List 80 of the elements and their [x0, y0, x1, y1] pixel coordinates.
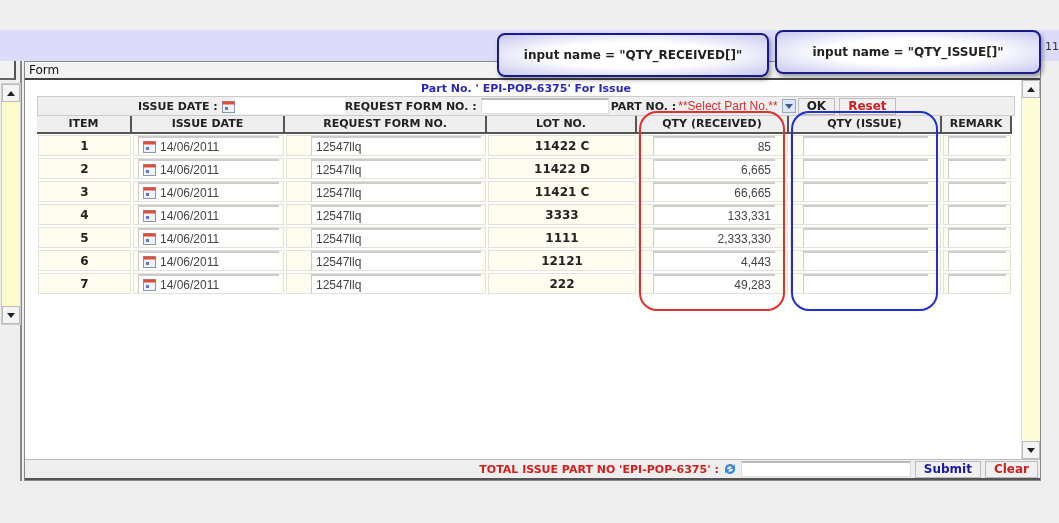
- lot-number: 11421 C: [534, 184, 590, 199]
- qty-issue-field[interactable]: [803, 159, 928, 178]
- item-number: 7: [80, 276, 89, 291]
- issue-date-field[interactable]: 14/06/2011: [138, 205, 279, 224]
- calendar-icon[interactable]: [143, 186, 156, 199]
- scroll-down-button[interactable]: [2, 306, 20, 324]
- down-arrow-icon[interactable]: [1027, 447, 1035, 453]
- item-number: 3: [80, 184, 89, 199]
- column-header: REMARK: [949, 117, 1003, 130]
- request-form-field[interactable]: 12547llq: [311, 251, 481, 270]
- column-header: ITEM: [68, 117, 99, 130]
- calendar-icon[interactable]: [143, 163, 156, 176]
- up-arrow-icon[interactable]: [7, 90, 15, 96]
- column-header: QTY (RECEIVED): [662, 117, 762, 130]
- column-header: ISSUE DATE: [171, 117, 244, 130]
- calendar-icon[interactable]: [143, 232, 156, 245]
- lot-number: 1111: [545, 230, 579, 245]
- qty-issue-field[interactable]: [803, 136, 928, 155]
- issue-date-field[interactable]: 14/06/2011: [138, 228, 279, 247]
- lot-number: 3333: [545, 207, 579, 222]
- request-form-field[interactable]: 12547llq: [311, 182, 481, 201]
- total-label: TOTAL ISSUE PART NO 'EPI-POP-6375' :: [479, 462, 719, 476]
- total-field[interactable]: [740, 461, 911, 477]
- corner-text: 11: [1045, 39, 1059, 53]
- callout: input name = "QTY_ISSUE[]": [775, 30, 1041, 74]
- qty-received-field[interactable]: 6,665: [653, 159, 775, 178]
- issue-date-field[interactable]: 14/06/2011: [138, 274, 279, 293]
- lot-number: 222: [549, 276, 575, 291]
- remark-field[interactable]: [948, 136, 1006, 155]
- request-form-field[interactable]: 12547llq: [311, 205, 481, 224]
- item-number: 4: [80, 207, 89, 222]
- qty-issue-field[interactable]: [803, 182, 928, 201]
- column-header: REQUEST FORM NO.: [323, 117, 447, 130]
- issue-date-field[interactable]: 14/06/2011: [138, 136, 279, 155]
- issue-date-field[interactable]: 14/06/2011: [138, 251, 279, 270]
- calendar-icon[interactable]: [143, 140, 156, 153]
- remark-field[interactable]: [948, 251, 1006, 270]
- calendar-icon[interactable]: [143, 278, 156, 291]
- clear-button[interactable]: Clear: [984, 460, 1038, 478]
- scroll-up-button[interactable]: [1022, 80, 1040, 98]
- qty-issue-field[interactable]: [803, 205, 928, 224]
- qty-issue-field[interactable]: [803, 274, 928, 293]
- submit-button[interactable]: Submit: [914, 460, 981, 478]
- qty-received-field[interactable]: 133,331: [653, 205, 775, 224]
- request-form-field[interactable]: 12547llq: [311, 228, 481, 247]
- callout: input name = "QTY_RECEIVED[]": [497, 33, 769, 77]
- remark-field[interactable]: [948, 274, 1006, 293]
- up-arrow-icon[interactable]: [1027, 86, 1035, 92]
- remark-field[interactable]: [948, 159, 1006, 178]
- lot-number: 12121: [541, 253, 583, 268]
- lot-number: 11422 D: [534, 161, 590, 176]
- lot-number: 11422 C: [534, 138, 590, 153]
- request-form-field[interactable]: 12547llq: [311, 159, 481, 178]
- down-arrow-icon[interactable]: [7, 312, 15, 318]
- item-number: 2: [80, 161, 89, 176]
- column-header: LOT NO.: [536, 117, 586, 130]
- remark-field[interactable]: [948, 182, 1006, 201]
- refresh-icon[interactable]: [722, 462, 737, 476]
- remark-field[interactable]: [948, 228, 1006, 247]
- qty-received-field[interactable]: 66,665: [653, 182, 775, 201]
- calendar-icon[interactable]: [143, 209, 156, 222]
- column-header: QTY (ISSUE): [827, 117, 902, 130]
- item-number: 5: [80, 230, 89, 245]
- form-heading: Part No. ' EPI-POP-6375' For Issue: [420, 81, 632, 96]
- request-form-field[interactable]: 12547llq: [311, 274, 481, 293]
- remark-field[interactable]: [948, 205, 1006, 224]
- issue-date-field[interactable]: 14/06/2011: [138, 159, 279, 178]
- scroll-up-button[interactable]: [2, 84, 20, 102]
- qty-received-field[interactable]: 49,283: [653, 274, 775, 293]
- qty-issue-field[interactable]: [803, 228, 928, 247]
- request-form-field[interactable]: 12547llq: [311, 136, 481, 155]
- scroll-down-button[interactable]: [1022, 441, 1040, 459]
- calendar-icon[interactable]: [143, 255, 156, 268]
- item-number: 6: [80, 253, 89, 268]
- qty-issue-field[interactable]: [803, 251, 928, 270]
- item-number: 1: [80, 138, 89, 153]
- qty-received-field[interactable]: 4,443: [653, 251, 775, 270]
- issue-date-field[interactable]: 14/06/2011: [138, 182, 279, 201]
- qty-received-field[interactable]: 85: [653, 136, 775, 155]
- qty-received-field[interactable]: 2,333,330: [653, 228, 775, 247]
